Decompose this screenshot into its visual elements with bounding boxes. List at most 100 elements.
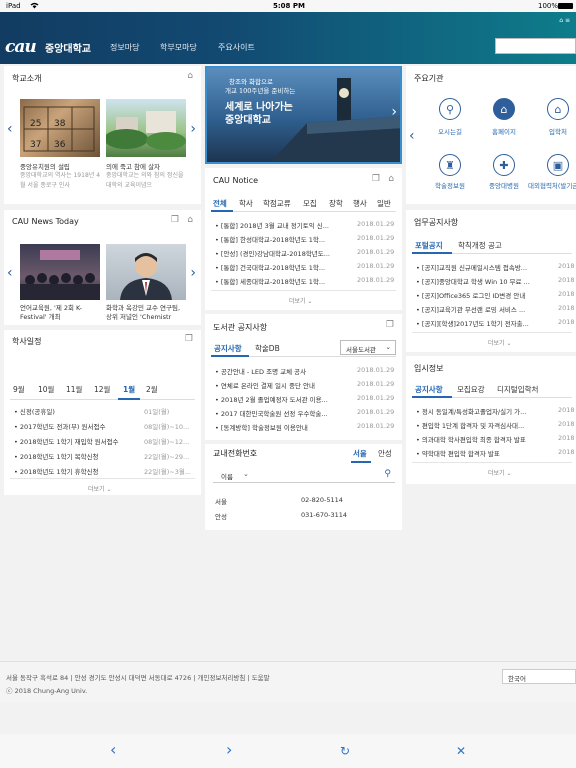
tab-portal[interactable]: 포털공지 bbox=[415, 240, 443, 251]
lockers-photo[interactable]: 25 38 37 36 bbox=[20, 99, 100, 157]
tab-scholarship[interactable]: 장학 bbox=[329, 198, 343, 209]
microscope-icon[interactable]: ♜ bbox=[439, 154, 461, 176]
language-select[interactable]: 한국어 bbox=[502, 669, 576, 684]
library-select[interactable]: 서울도서관 ⌄ bbox=[340, 340, 396, 355]
item-caption[interactable]: 화학과 옥강민 교수 연구팀, 상위 저널인 'Chemistr bbox=[106, 304, 186, 322]
cau-logo[interactable]: cau bbox=[5, 37, 37, 57]
org-label[interactable]: 대외협력처(발기금) bbox=[528, 180, 576, 190]
admission-row[interactable]: • 약학대학 편입학 합격자 발표 bbox=[416, 448, 554, 458]
university-name[interactable]: 중앙대학교 bbox=[45, 40, 91, 55]
tab-credit-exchange[interactable]: 학점교류 bbox=[263, 198, 291, 209]
notice-row[interactable]: • [공지][학생]2017년도 1학기 전자출... bbox=[416, 318, 546, 328]
org-label[interactable]: 중앙대병원 bbox=[479, 180, 529, 190]
org-label[interactable]: 홈페이지 bbox=[479, 126, 529, 136]
admission-row[interactable]: • 정시 동일계/특성화고졸업자/실기 가... bbox=[416, 406, 554, 416]
window-icon[interactable]: ❐ bbox=[386, 320, 394, 330]
notice-row[interactable]: • [통합] 세종대학교-2018학년도 1학... bbox=[215, 276, 335, 286]
tab-seoul[interactable]: 서울 bbox=[353, 448, 367, 459]
tab-digital-admission[interactable]: 디지털입학처 bbox=[497, 384, 538, 395]
library-row[interactable]: • 2017 대한민국학술원 선정 우수학술... bbox=[215, 408, 345, 418]
event-photo[interactable] bbox=[20, 244, 100, 300]
gallery-icon[interactable]: ▣ bbox=[547, 154, 569, 176]
window-icon[interactable]: ❐ bbox=[171, 215, 179, 225]
tab-month[interactable]: 9월 bbox=[13, 384, 25, 395]
window-icon[interactable]: ❐ bbox=[185, 334, 193, 344]
next-arrow-icon[interactable]: › bbox=[190, 121, 196, 137]
close-icon[interactable]: ✕ bbox=[456, 744, 466, 758]
tab-recruit[interactable]: 모집 bbox=[303, 198, 317, 209]
chevron-down-icon[interactable]: ⌄ bbox=[243, 470, 249, 478]
next-arrow-icon[interactable]: › bbox=[391, 104, 397, 120]
schedule-row[interactable]: • 2018학년도 1학기 재입학 원서접수 bbox=[14, 436, 134, 446]
hospital-icon[interactable]: ✚ bbox=[493, 154, 515, 176]
admission-row[interactable]: • 의과대학 학사편입학 최종 합격자 발표 bbox=[416, 434, 554, 444]
forward-icon[interactable]: › bbox=[226, 740, 232, 759]
tab-academic[interactable]: 학사 bbox=[239, 198, 253, 209]
nav-info[interactable]: 정보마당 bbox=[110, 42, 139, 53]
prev-arrow-icon[interactable]: ‹ bbox=[7, 121, 13, 137]
tab-month[interactable]: 12월 bbox=[94, 384, 110, 395]
notice-row[interactable]: • [안성] (경인)강남대학교-2018학년도... bbox=[215, 248, 335, 258]
notice-row[interactable]: • [공지]중앙대학교 학생 Win 10 무료 ... bbox=[416, 276, 546, 286]
item-caption[interactable]: 의에 죽고 참에 살자 bbox=[106, 161, 186, 171]
house-icon[interactable]: ⌂ bbox=[547, 98, 569, 120]
phone-number[interactable]: 031-670-3114 bbox=[301, 511, 347, 519]
notice-row[interactable]: • [공지]Office365 로그인 ID변경 안내 bbox=[416, 290, 546, 300]
notice-row[interactable]: • [공지]교육기관 무선랜 로밍 서비스 ... bbox=[416, 304, 546, 314]
schedule-row[interactable]: • 2018학년도 1학기 복학신청 bbox=[14, 451, 134, 461]
item-caption[interactable]: 언어교육원, '제 2회 K-Festival' 개최 bbox=[20, 304, 100, 322]
professor-photo[interactable] bbox=[106, 244, 186, 300]
item-caption[interactable]: 중앙유치원의 설립 bbox=[20, 161, 100, 171]
schedule-row[interactable]: • 2018학년도 1학기 휴학신청 bbox=[14, 466, 134, 476]
tab-month[interactable]: 1월 bbox=[123, 384, 135, 395]
library-row[interactable]: • 연체료 온라인 결제 일시 중단 안내 bbox=[215, 380, 345, 390]
tab-anseong[interactable]: 안성 bbox=[378, 448, 392, 459]
prev-arrow-icon[interactable]: ‹ bbox=[7, 265, 13, 281]
library-row[interactable]: • 2018년 2월 졸업예정자 도서관 이용... bbox=[215, 394, 345, 404]
home-icon[interactable]: ⌂ bbox=[187, 215, 193, 225]
campus-photo[interactable] bbox=[106, 99, 186, 157]
library-row[interactable]: • [동계방학] 학술정보원 이용안내 bbox=[215, 422, 345, 432]
home-icon[interactable]: ⌂ bbox=[187, 71, 193, 81]
prev-arrow-icon[interactable]: ‹ bbox=[409, 128, 415, 144]
more-link[interactable]: 더보기 ⌄ bbox=[88, 484, 112, 493]
tab-general[interactable]: 일반 bbox=[377, 198, 391, 209]
tab-regulation[interactable]: 학칙개정 공고 bbox=[458, 240, 502, 251]
library-row[interactable]: • 공간안내 - LED 조명 교체 공사 bbox=[215, 366, 345, 376]
search-icon[interactable]: ⚲ bbox=[384, 469, 391, 479]
map-pin-icon[interactable]: ⚲ bbox=[439, 98, 461, 120]
tab-notice[interactable]: 공지사항 bbox=[415, 384, 443, 395]
notice-row[interactable]: • [통합] 한성대학교-2018학년도 1학... bbox=[215, 234, 335, 244]
search-input[interactable] bbox=[495, 38, 576, 54]
name-select[interactable]: 이름 bbox=[221, 471, 233, 481]
tab-all[interactable]: 전체 bbox=[213, 198, 227, 209]
promo-banner[interactable]: 창조와 화합으로 개교 100주년을 준비하는 세계로 나아가는 중앙대학교 › bbox=[205, 66, 402, 164]
home-icon[interactable]: ⌂ ≡ bbox=[559, 17, 570, 24]
tab-month[interactable]: 2월 bbox=[146, 384, 158, 395]
notice-row[interactable]: • [통합] 2018년 3월 교내 정기토익 신... bbox=[215, 220, 335, 230]
more-link[interactable]: 더보기 ⌄ bbox=[488, 338, 512, 347]
schedule-row[interactable]: • 신정(공휴일) bbox=[14, 406, 134, 416]
tab-events[interactable]: 행사 bbox=[353, 198, 367, 209]
phone-number[interactable]: 02-820-5114 bbox=[301, 496, 343, 504]
nav-parents[interactable]: 학부모마당 bbox=[160, 42, 197, 53]
tab-guidelines[interactable]: 모집요강 bbox=[457, 384, 485, 395]
admission-row[interactable]: • 편입학 1단계 합격자 및 자격심사대... bbox=[416, 420, 554, 430]
notice-row[interactable]: • [공지]교직원 신규메일시스템 접속방... bbox=[416, 262, 546, 272]
schedule-row[interactable]: • 2017학년도 전과(부) 원서접수 bbox=[14, 421, 134, 431]
nav-sites[interactable]: 주요사이트 bbox=[218, 42, 255, 53]
tab-month[interactable]: 10월 bbox=[38, 384, 54, 395]
more-link[interactable]: 더보기 ⌄ bbox=[488, 468, 512, 477]
more-link[interactable]: 더보기 ⌄ bbox=[289, 296, 313, 305]
tab-academic-db[interactable]: 학술DB bbox=[255, 343, 280, 354]
org-label[interactable]: 학술정보원 bbox=[425, 180, 475, 190]
home-icon[interactable]: ⌂ bbox=[388, 174, 394, 184]
window-icon[interactable]: ❐ bbox=[372, 174, 380, 184]
tab-notice[interactable]: 공지사항 bbox=[214, 343, 242, 354]
tab-month[interactable]: 11월 bbox=[66, 384, 82, 395]
org-label[interactable]: 오시는길 bbox=[425, 126, 475, 136]
reload-icon[interactable]: ↻ bbox=[340, 744, 350, 758]
notice-row[interactable]: • [통합] 건국대학교-2018학년도 1학... bbox=[215, 262, 335, 272]
next-arrow-icon[interactable]: › bbox=[190, 265, 196, 281]
phone-search-input[interactable]: 이름 ⌄ ⚲ bbox=[213, 469, 395, 483]
